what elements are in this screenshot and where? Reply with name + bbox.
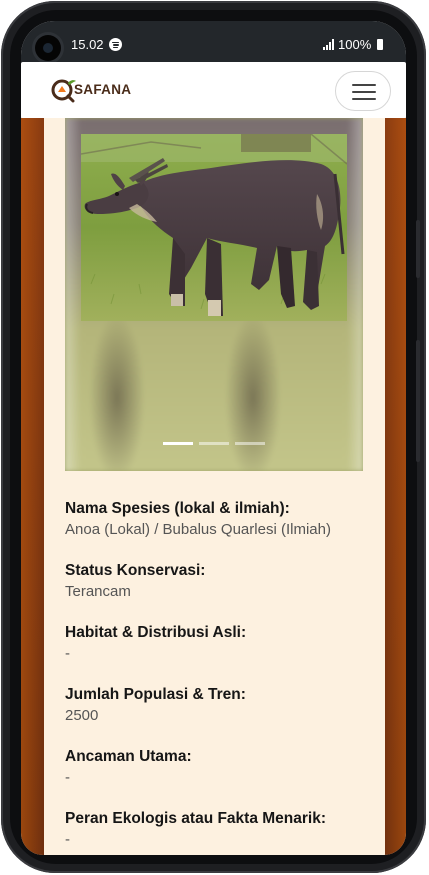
detail-conservation-status: Status Konservasi: Terancam <box>65 561 365 607</box>
safana-logo[interactable]: SAFANA <box>51 77 141 105</box>
phone-screen: 15.02 100% SAFANA Nama Spesies (lokal & … <box>21 21 406 855</box>
detail-main-threats: Ancaman Utama: - <box>65 747 365 793</box>
spotify-icon <box>109 38 122 51</box>
anoa-photo <box>81 134 347 321</box>
species-details: Nama Spesies (lokal & ilmiah): Anoa (Lok… <box>65 499 365 855</box>
power-button <box>416 340 420 462</box>
hamburger-icon <box>352 84 376 86</box>
detail-label: Jumlah Populasi & Tren: <box>65 686 246 703</box>
logo-text: SAFANA <box>74 82 132 97</box>
detail-value: 2500 <box>65 707 99 724</box>
detail-label: Ancaman Utama: <box>65 748 192 765</box>
front-camera <box>35 35 61 61</box>
carousel-indicators <box>65 442 363 448</box>
battery-percentage: 100% <box>338 37 372 52</box>
detail-label: Nama Spesies (lokal & ilmiah): <box>65 500 290 517</box>
detail-label: Peran Ekologis atau Fakta Menarik: <box>65 810 327 827</box>
status-bar: 15.02 100% <box>21 21 406 65</box>
detail-species-name: Nama Spesies (lokal & ilmiah): Anoa (Lok… <box>65 499 365 545</box>
detail-population: Jumlah Populasi & Tren: 2500 <box>65 685 365 731</box>
battery-icon <box>377 39 383 50</box>
detail-value: - <box>65 831 70 848</box>
detail-value: - <box>65 645 70 662</box>
image-carousel[interactable] <box>65 118 363 471</box>
carousel-indicator-2[interactable] <box>199 442 229 445</box>
detail-value: Terancam <box>65 583 131 600</box>
detail-value: Anoa (Lokal) / Bubalus Quarlesi (Ilmiah) <box>65 521 331 538</box>
detail-label: Status Konservasi: <box>65 562 206 579</box>
carousel-indicator-3[interactable] <box>235 442 265 445</box>
signal-icon <box>323 39 335 50</box>
menu-toggle-button[interactable] <box>335 71 391 111</box>
app-navbar: SAFANA <box>21 62 406 118</box>
status-time: 15.02 <box>71 37 104 52</box>
detail-label: Habitat & Distribusi Asli: <box>65 624 247 641</box>
detail-ecological-role: Peran Ekologis atau Fakta Menarik: - <box>65 809 365 855</box>
volume-button <box>416 220 420 278</box>
detail-habitat: Habitat & Distribusi Asli: - <box>65 623 365 669</box>
detail-value: - <box>65 769 70 786</box>
carousel-indicator-1[interactable] <box>163 442 193 445</box>
